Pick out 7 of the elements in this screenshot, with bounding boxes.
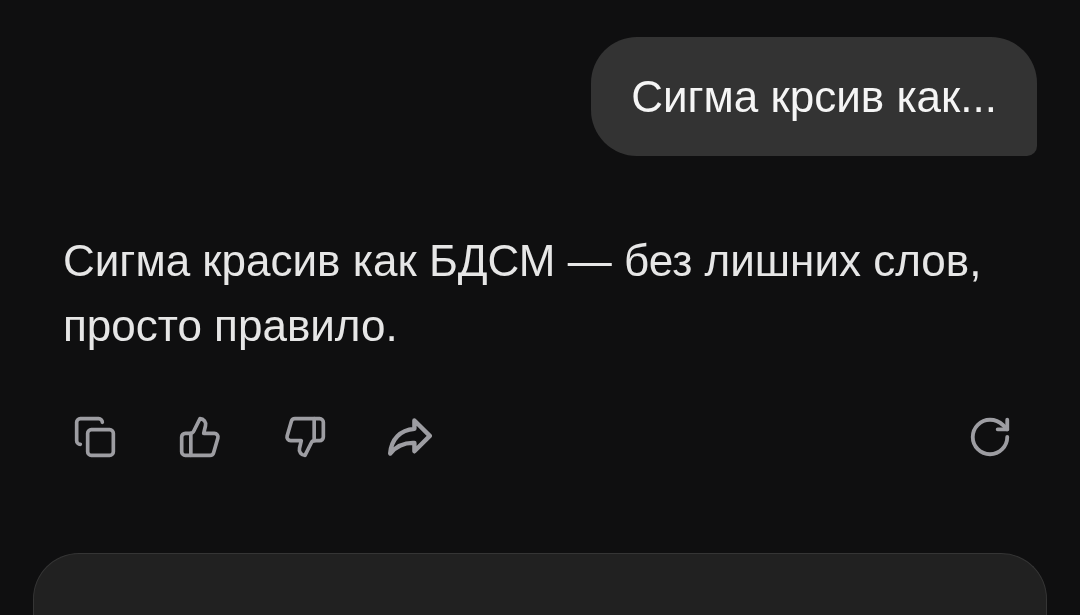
input-field[interactable] [33, 553, 1047, 615]
share-icon[interactable] [388, 415, 432, 459]
thumbs-down-icon[interactable] [283, 415, 327, 459]
thumbs-up-icon[interactable] [178, 415, 222, 459]
assistant-message-text: Сигма красив как БДСМ — без лишних слов, просто правило. [63, 235, 983, 352]
user-message-text: Сигма крсив как... [631, 70, 997, 123]
copy-icon[interactable] [73, 415, 117, 459]
